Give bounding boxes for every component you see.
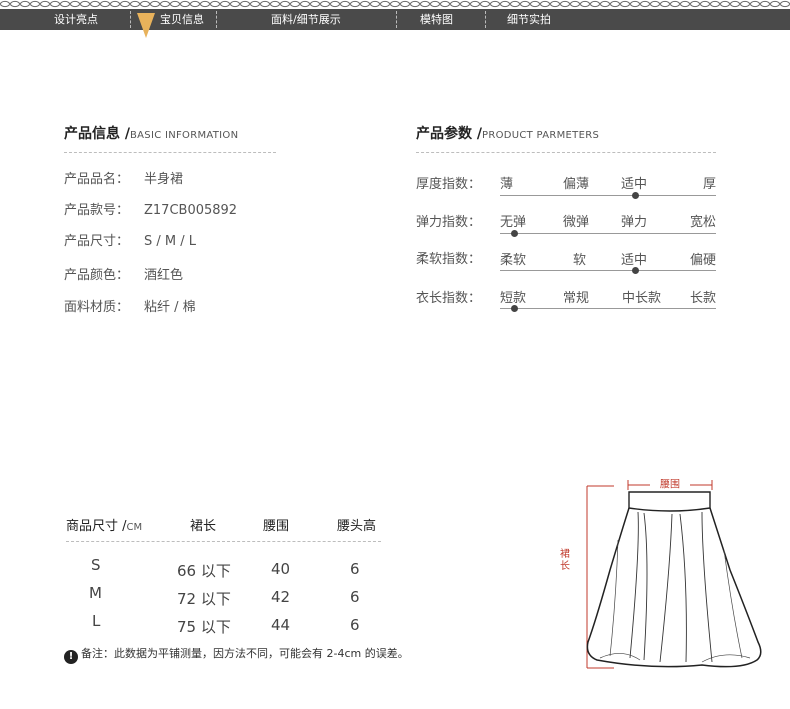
length-cell: 66 以下	[177, 562, 231, 580]
param-option: 微弹	[563, 215, 590, 230]
param-option: 软	[573, 253, 587, 268]
info-label: 产品尺寸：	[64, 234, 130, 249]
waist-cell: 44	[271, 616, 291, 634]
tab-product-info[interactable]: 宝贝信息	[160, 9, 204, 30]
param-indicator-dot	[511, 305, 518, 312]
param-option: 无弹	[500, 215, 527, 230]
info-value: 酒红色	[144, 268, 184, 283]
param-option: 常规	[563, 291, 590, 306]
param-label-thickness: 厚度指数：	[416, 177, 482, 192]
info-value: 粘纤 / 棉	[144, 300, 196, 315]
param-label-softness: 柔软指数：	[416, 252, 482, 267]
length-label-1: 裙长	[560, 547, 570, 572]
info-label: 面料材质：	[64, 300, 130, 315]
waistband-cell: 6	[350, 560, 360, 578]
product-params-title-cn: 产品参数 /	[416, 126, 482, 142]
tab-detail-shots[interactable]: 细节实拍	[507, 9, 551, 30]
note-text: 备注：此数据为平铺测量，因方法不同，可能会有 2-4cm 的误差。	[81, 647, 409, 660]
tab-design-highlights[interactable]: 设计亮点	[54, 9, 98, 30]
info-value: 半身裙	[144, 172, 184, 187]
info-label: 产品颜色：	[64, 268, 130, 283]
param-option: 短款	[500, 291, 527, 306]
product-params-title: 产品参数 /PRODUCT PARMETERS	[416, 123, 599, 143]
column-header-waist: 腰围	[263, 519, 290, 534]
waist-cell: 40	[271, 560, 291, 578]
nav-bar	[0, 9, 790, 30]
tab-model-photos[interactable]: 模特图	[420, 9, 453, 30]
param-option: 薄	[500, 177, 514, 192]
size-cell: S	[91, 556, 101, 574]
tab-fabric-details[interactable]: 面料/细节展示	[271, 9, 341, 30]
param-option: 柔软	[500, 253, 527, 268]
info-row-color: 产品颜色： 酒红色	[64, 264, 183, 283]
chain-border	[0, 0, 790, 8]
param-indicator-dot	[511, 230, 518, 237]
size-cell: L	[92, 612, 101, 630]
waist-cell: 42	[271, 588, 291, 606]
waist-label: 腰围	[660, 479, 680, 491]
warning-icon: !	[64, 650, 78, 664]
param-option: 偏硬	[690, 253, 717, 268]
param-scale-line	[500, 308, 716, 309]
size-table-title-text: 商品尺寸 /	[66, 519, 127, 534]
size-table-unit: CM	[126, 522, 143, 533]
param-option: 中长款	[622, 291, 662, 306]
info-value: Z17CB005892	[144, 203, 238, 218]
info-row-size: 产品尺寸： S / M / L	[64, 230, 196, 249]
skirt-measurement-diagram: 腰围 裙长	[560, 479, 762, 669]
param-option: 宽松	[690, 215, 717, 230]
product-info-title-en: BASIC INFORMATION	[130, 130, 239, 141]
product-info-title: 产品信息 /BASIC INFORMATION	[64, 123, 238, 143]
info-label: 产品品名：	[64, 172, 130, 187]
product-params-title-en: PRODUCT PARMETERS	[482, 130, 600, 141]
length-cell: 72 以下	[177, 590, 231, 608]
info-value: S / M / L	[144, 234, 196, 249]
param-option: 厚	[703, 177, 717, 192]
nav-divider	[396, 11, 397, 28]
info-row-style-no: 产品款号： Z17CB005892	[64, 199, 237, 218]
nav-divider	[485, 11, 486, 28]
param-label-elasticity: 弹力指数：	[416, 215, 482, 230]
size-table-title: 商品尺寸 /CM	[66, 515, 142, 534]
param-scale-line	[500, 270, 716, 271]
top-nav: 设计亮点 宝贝信息 面料/细节展示 模特图 细节实拍	[0, 0, 790, 38]
waistband-cell: 6	[350, 588, 360, 606]
info-label: 产品款号：	[64, 203, 130, 218]
param-scale-line	[500, 233, 716, 234]
param-label-length: 衣长指数：	[416, 291, 482, 306]
product-info-title-cn: 产品信息 /	[64, 126, 130, 142]
param-option: 适中	[621, 177, 648, 192]
length-cell: 75 以下	[177, 618, 231, 636]
param-indicator-dot	[632, 267, 639, 274]
param-option: 长款	[690, 291, 717, 306]
column-header-waistband: 腰头高	[337, 519, 377, 534]
section-divider	[64, 152, 276, 153]
size-cell: M	[89, 584, 102, 602]
column-header-length: 裙长	[190, 519, 217, 534]
table-divider	[66, 541, 381, 542]
nav-divider	[130, 11, 131, 28]
param-option: 偏薄	[563, 177, 590, 192]
section-divider	[416, 152, 716, 153]
param-option: 适中	[621, 253, 648, 268]
waistband-cell: 6	[350, 616, 360, 634]
active-tab-pointer	[137, 13, 155, 38]
param-option: 弹力	[621, 215, 648, 230]
param-scale-line	[500, 195, 716, 196]
info-row-material: 面料材质： 粘纤 / 棉	[64, 296, 196, 315]
param-indicator-dot	[632, 192, 639, 199]
measurement-note: ! 备注：此数据为平铺测量，因方法不同，可能会有 2-4cm 的误差。	[64, 645, 409, 664]
info-row-name: 产品品名： 半身裙	[64, 168, 183, 187]
nav-divider	[216, 11, 217, 28]
